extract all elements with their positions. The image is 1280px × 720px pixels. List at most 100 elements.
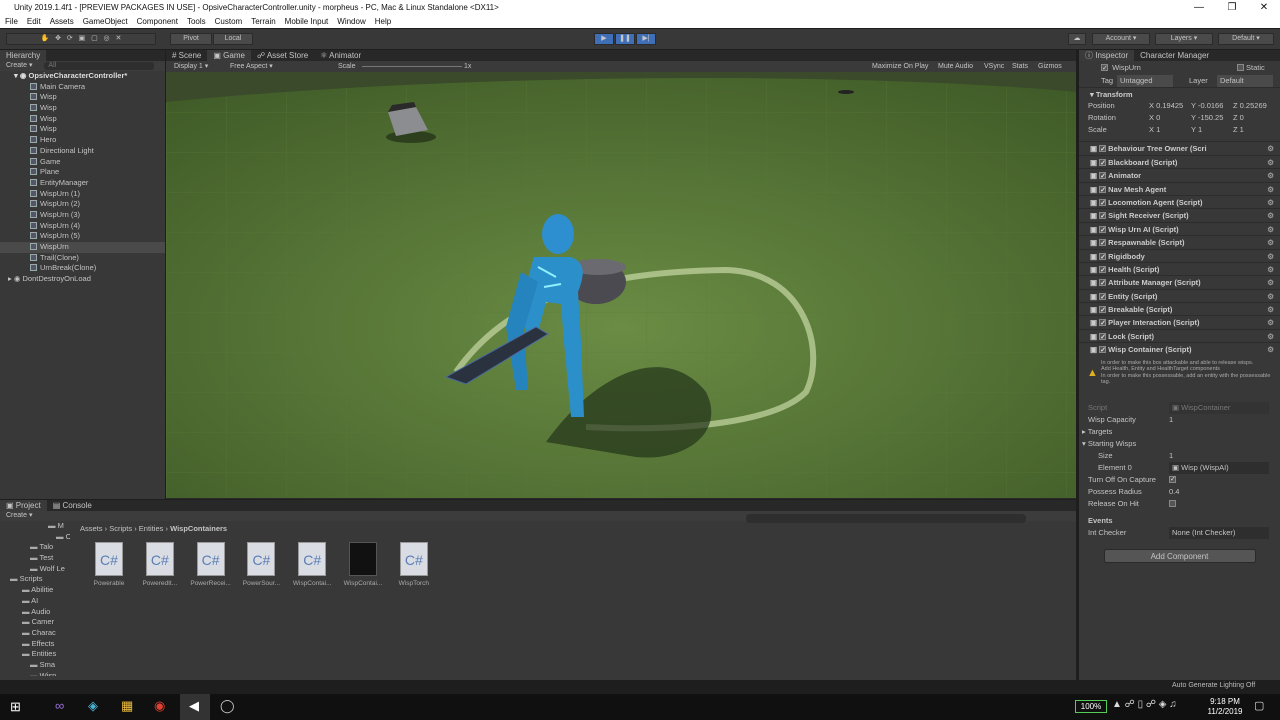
tab-inspector[interactable]: ⓘ Inspector: [1079, 50, 1135, 61]
menu-component[interactable]: Component: [137, 15, 178, 28]
gear-icon[interactable]: ⚙: [1267, 316, 1274, 328]
component-header[interactable]: ▣ Player Interaction (Script) ⚙: [1079, 315, 1280, 329]
starting-wisps-row[interactable]: ▾ Starting Wisps: [1079, 438, 1280, 450]
asset-item[interactable]: WispContai...: [338, 542, 388, 587]
move-tool-icon[interactable]: ✥: [55, 35, 61, 42]
folder-item[interactable]: ▬ M: [0, 521, 70, 532]
gear-icon[interactable]: ⚙: [1267, 183, 1274, 195]
project-search-input[interactable]: [746, 514, 1026, 523]
component-enabled-checkbox[interactable]: [1099, 277, 1107, 289]
component-enabled-checkbox[interactable]: [1099, 304, 1107, 315]
asset-item[interactable]: C# PowerRecei...: [186, 542, 236, 587]
rect-tool-icon[interactable]: ▢: [91, 35, 98, 42]
tab-project[interactable]: ▣ Project: [0, 500, 47, 511]
transform-component[interactable]: ▾ Transform: [1079, 87, 1280, 100]
tab-console[interactable]: ▤ Console: [47, 500, 98, 511]
layers-dropdown[interactable]: Layers ▾: [1155, 33, 1213, 45]
aspect-dropdown[interactable]: Free Aspect ▾: [230, 61, 273, 72]
mute-audio-toggle[interactable]: Mute Audio: [938, 61, 973, 72]
gear-icon[interactable]: ⚙: [1267, 142, 1274, 154]
folder-item[interactable]: ▬ Talo: [0, 542, 70, 553]
menu-window[interactable]: Window: [337, 15, 365, 28]
asset-item[interactable]: C# PowerSour...: [236, 542, 286, 587]
gear-icon[interactable]: ⚙: [1267, 156, 1274, 168]
add-component-button[interactable]: Add Component: [1103, 548, 1256, 563]
component-header[interactable]: ▣ Locomotion Agent (Script) ⚙: [1079, 194, 1280, 208]
hierarchy-item[interactable]: WispUrn: [0, 242, 165, 253]
component-enabled-checkbox[interactable]: [1099, 237, 1107, 249]
folder-item[interactable]: ▬ Wolf Le: [0, 564, 70, 575]
component-enabled-checkbox[interactable]: [1099, 197, 1107, 208]
chrome-icon[interactable]: ◉: [154, 698, 165, 714]
menu-terrain[interactable]: Terrain: [251, 15, 275, 28]
gear-icon[interactable]: ⚙: [1267, 276, 1274, 288]
scene-root[interactable]: ▾ ◉ OpsiveCharacterController*: [0, 71, 165, 82]
hierarchy-item[interactable]: EntityManager: [0, 178, 165, 189]
component-header[interactable]: ▣ Animator ⚙: [1079, 168, 1280, 182]
gear-icon[interactable]: ⚙: [1267, 209, 1274, 221]
static-toggle[interactable]: Static: [1237, 61, 1265, 75]
gear-icon[interactable]: ⚙: [1267, 290, 1274, 302]
component-enabled-checkbox[interactable]: [1099, 344, 1107, 356]
breadcrumb-scripts[interactable]: Scripts: [109, 524, 132, 533]
play-button[interactable]: ▶: [594, 33, 614, 45]
gizmos-toggle[interactable]: Gizmos: [1038, 61, 1062, 72]
pivot-toggle[interactable]: Pivot: [170, 33, 212, 45]
stats-toggle[interactable]: Stats: [1012, 61, 1028, 72]
windows-start-icon[interactable]: ⊞: [10, 699, 21, 715]
active-checkbox[interactable]: [1101, 62, 1108, 76]
layout-dropdown[interactable]: Default ▾: [1218, 33, 1274, 45]
hierarchy-item[interactable]: Plane: [0, 167, 165, 178]
component-header[interactable]: ▣ Breakable (Script) ⚙: [1079, 302, 1280, 315]
hierarchy-item[interactable]: WispUrn (5): [0, 231, 165, 242]
gear-icon[interactable]: ⚙: [1267, 223, 1274, 235]
menu-mobile-input[interactable]: Mobile Input: [285, 15, 329, 28]
release-on-hit-checkbox[interactable]: [1169, 499, 1176, 507]
hierarchy-item[interactable]: Wisp: [0, 92, 165, 103]
custom-tool-icon[interactable]: ✕: [116, 35, 122, 42]
collab-button[interactable]: ☁: [1068, 33, 1086, 45]
position-y-field[interactable]: -0.0166: [1198, 101, 1223, 110]
size-field[interactable]: 1: [1169, 450, 1173, 462]
gear-icon[interactable]: ⚙: [1267, 169, 1274, 181]
hierarchy-create-button[interactable]: Create: [6, 62, 27, 69]
wisp-capacity-field[interactable]: 1: [1169, 414, 1173, 426]
rotation-z-field[interactable]: 0: [1240, 113, 1244, 122]
component-enabled-checkbox[interactable]: [1099, 291, 1107, 302]
unity-taskbar-item[interactable]: ◀: [180, 694, 210, 720]
int-checker-field[interactable]: None (Int Checker): [1169, 526, 1269, 539]
battery-indicator[interactable]: 100%: [1075, 700, 1107, 713]
tab-asset-store[interactable]: ☍ Asset Store: [251, 50, 314, 61]
possess-radius-field[interactable]: 0.4: [1169, 486, 1179, 498]
transform-tool-icon[interactable]: ◎: [104, 35, 110, 42]
component-enabled-checkbox[interactable]: [1099, 331, 1107, 342]
hierarchy-item[interactable]: WispUrn (2): [0, 199, 165, 210]
tab-hierarchy[interactable]: Hierarchy: [0, 50, 47, 61]
layer-dropdown[interactable]: Default: [1217, 75, 1273, 87]
component-header[interactable]: ▣ Wisp Urn AI (Script) ⚙: [1079, 221, 1280, 235]
local-toggle[interactable]: Local: [213, 33, 253, 45]
component-header[interactable]: ▣ Health (Script) ⚙: [1079, 261, 1280, 275]
component-header[interactable]: ▣ Attribute Manager (Script) ⚙: [1079, 275, 1280, 289]
rotation-x-field[interactable]: 0: [1156, 113, 1160, 122]
hierarchy-item[interactable]: Main Camera: [0, 82, 165, 93]
file-explorer-icon[interactable]: ▦: [121, 698, 133, 714]
asset-item[interactable]: C# WispContai...: [287, 542, 337, 587]
hierarchy-item[interactable]: Game: [0, 157, 165, 168]
component-enabled-checkbox[interactable]: [1099, 143, 1107, 155]
rotate-tool-icon[interactable]: ⟳: [67, 35, 73, 42]
gear-icon[interactable]: ⚙: [1267, 303, 1274, 315]
hierarchy-item[interactable]: Hero: [0, 135, 165, 146]
folder-item[interactable]: ▬ Scripts: [0, 574, 70, 585]
menu-file[interactable]: File: [5, 15, 18, 28]
tab-animator[interactable]: ⚛ Animator: [314, 50, 367, 61]
gear-icon[interactable]: ⚙: [1267, 236, 1274, 248]
app-icon[interactable]: ◈: [88, 698, 98, 714]
hierarchy-item[interactable]: WispUrn (3): [0, 210, 165, 221]
component-enabled-checkbox[interactable]: [1099, 210, 1107, 222]
hierarchy-item[interactable]: Wisp: [0, 114, 165, 125]
asset-item[interactable]: C# WispTorch: [389, 542, 439, 587]
hierarchy-item[interactable]: WispUrn (4): [0, 221, 165, 232]
menu-help[interactable]: Help: [375, 15, 391, 28]
gear-icon[interactable]: ⚙: [1267, 196, 1274, 208]
